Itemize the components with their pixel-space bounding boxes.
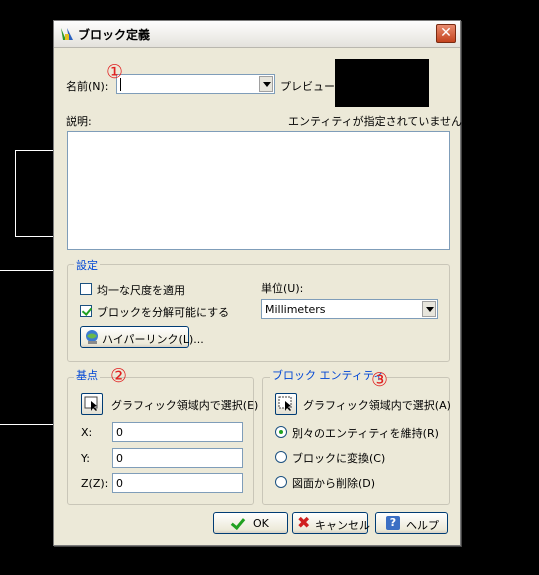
title-bar: ブロック定義 ✕ (54, 21, 460, 48)
z-value: 0 (116, 477, 123, 490)
pick-entity-label: グラフィック領域内で選択(A) (303, 399, 451, 412)
background-line (15, 236, 55, 237)
z-input[interactable]: 0 (112, 473, 243, 493)
y-value: 0 (116, 452, 123, 465)
allow-explode-label: ブロックを分解可能にする (97, 306, 230, 319)
ok-button[interactable]: OK (213, 512, 288, 534)
retain-radio[interactable] (275, 426, 287, 438)
background-line (15, 150, 55, 151)
base-point-group-title: 基点 (74, 367, 100, 383)
help-button[interactable]: ? ヘルプ (375, 512, 448, 534)
cancel-icon: ✖ (297, 513, 311, 532)
pick-base-point-button[interactable] (81, 393, 103, 415)
name-label: 名前(N): (66, 80, 109, 93)
convert-radio[interactable] (275, 451, 287, 463)
uniform-scale-label: 均一な尺度を適用 (97, 284, 185, 297)
cancel-label: キャンセル (315, 519, 370, 532)
y-input[interactable]: 0 (112, 448, 243, 468)
chevron-down-icon[interactable] (259, 76, 273, 92)
block-entity-group-title: ブロック エンティティ (270, 367, 387, 383)
preview-label: プレビュー: (280, 80, 339, 93)
close-button[interactable]: ✕ (436, 24, 456, 43)
checkmark-icon (230, 514, 246, 531)
background-line (0, 270, 55, 271)
pick-point-icon (84, 396, 98, 411)
units-combobox[interactable]: Millimeters (261, 299, 438, 319)
chevron-down-icon[interactable] (422, 301, 436, 317)
ok-label: OK (253, 517, 269, 530)
x-input[interactable]: 0 (112, 422, 243, 442)
x-label: X: (81, 426, 93, 439)
settings-group-title: 設定 (74, 257, 100, 273)
retain-label: 別々のエンティティを維持(R) (292, 427, 439, 440)
background-line (0, 424, 55, 425)
description-textarea[interactable] (67, 131, 450, 250)
dialog-title: ブロック定義 (78, 28, 151, 42)
convert-label: ブロックに変換(C) (292, 452, 386, 465)
close-icon: ✕ (440, 25, 452, 41)
annotation-marker-1: ① (106, 61, 124, 83)
no-entity-message: エンティティが指定されていません。 (288, 115, 474, 128)
annotation-marker-2: ② (110, 365, 128, 387)
hyperlink-label: ハイパーリンク(L)... (102, 333, 204, 346)
pick-entity-button[interactable] (275, 393, 297, 415)
background-line (15, 150, 16, 237)
allow-explode-checkbox[interactable] (80, 305, 92, 317)
help-icon: ? (386, 516, 400, 530)
y-label: Y: (81, 452, 90, 465)
hyperlink-button[interactable]: ハイパーリンク(L)... (80, 326, 204, 348)
annotation-marker-3: ③ (371, 369, 389, 391)
pick-entity-icon (278, 396, 292, 411)
uniform-scale-checkbox[interactable] (80, 283, 92, 295)
block-preview (335, 59, 429, 107)
units-value: Millimeters (265, 303, 326, 316)
pick-base-point-label: グラフィック領域内で選択(E) (111, 399, 259, 412)
delete-radio[interactable] (275, 476, 287, 488)
description-label: 説明: (66, 115, 92, 128)
delete-label: 図面から削除(D) (292, 477, 376, 490)
block-definition-dialog: ブロック定義 ✕ 名前(N): プレビュー: 説明: エンティティが指定されてい… (53, 20, 473, 546)
cancel-button[interactable]: ✖ キャンセル (292, 512, 370, 534)
name-combobox[interactable] (116, 74, 275, 94)
x-value: 0 (116, 426, 123, 439)
hyperlink-icon (86, 330, 98, 344)
help-label: ヘルプ (406, 519, 439, 532)
block-definition-icon (61, 28, 73, 40)
z-label: Z(Z): (81, 477, 109, 490)
units-label: 単位(U): (261, 282, 304, 295)
